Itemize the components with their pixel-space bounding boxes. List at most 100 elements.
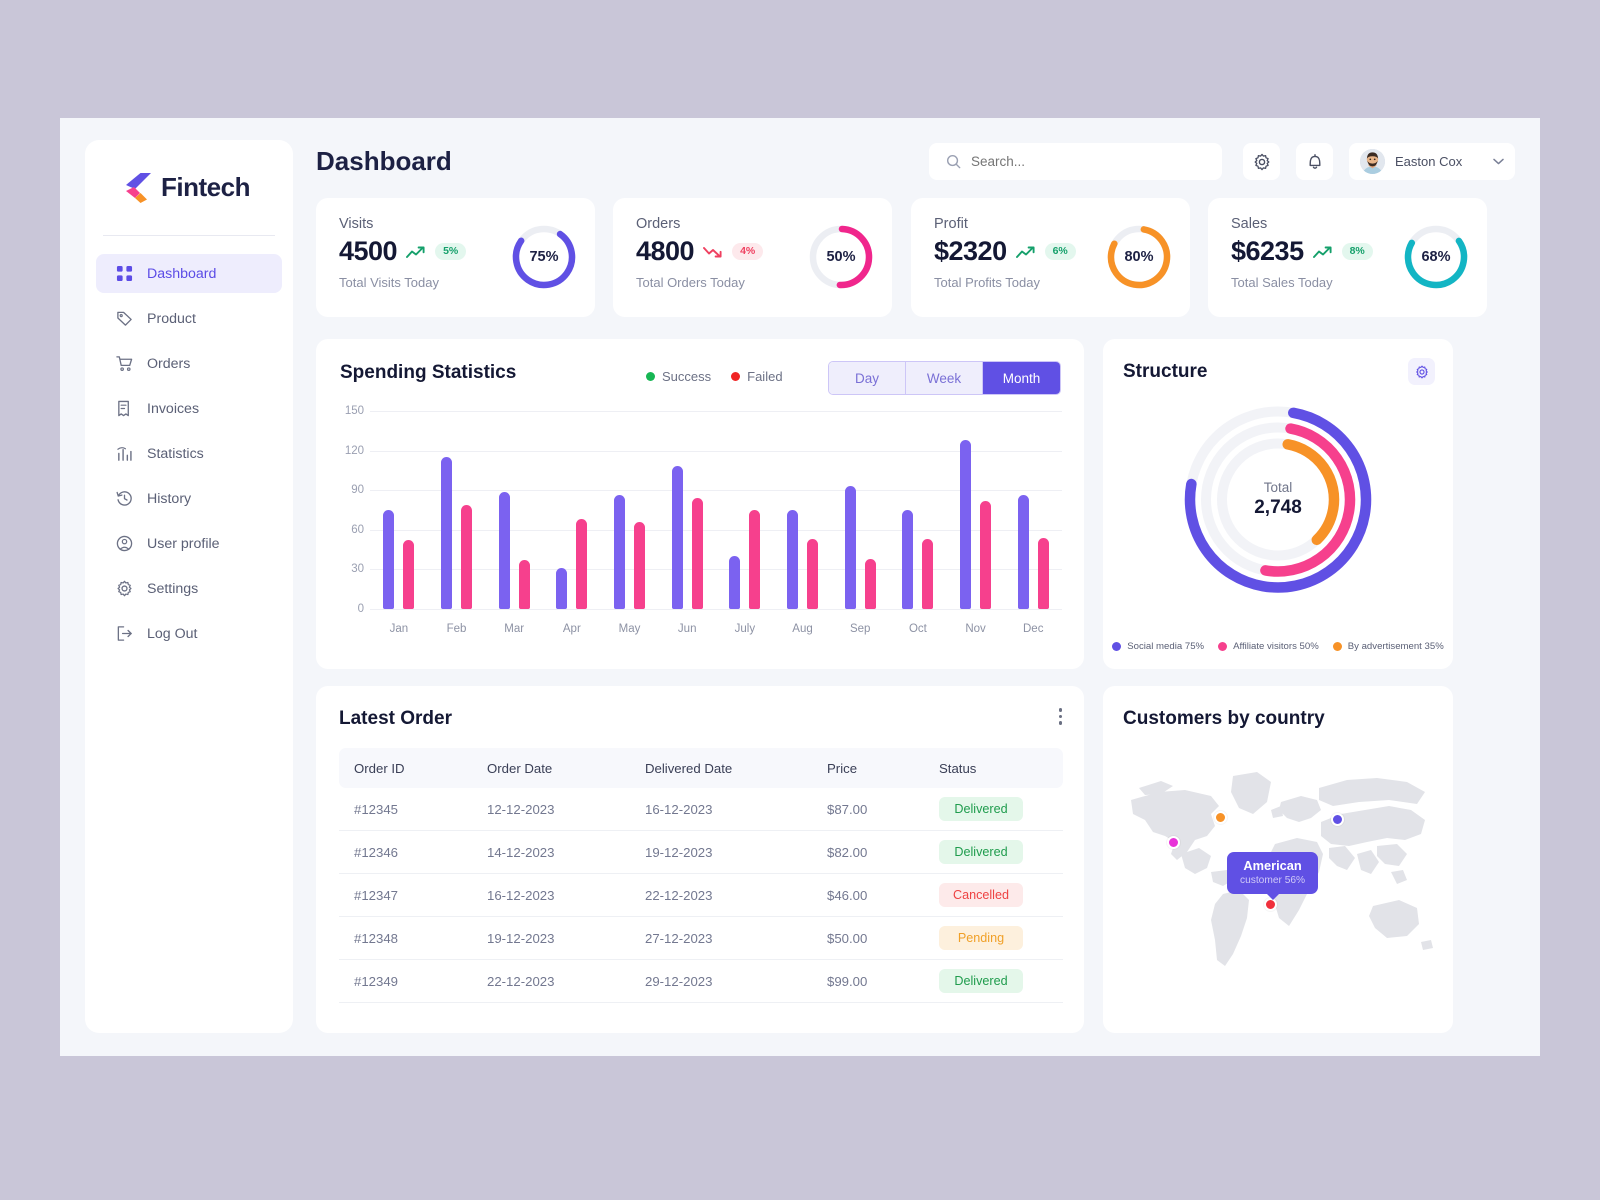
sidebar-item-product[interactable]: Product: [96, 299, 282, 338]
bar-failed[interactable]: [922, 539, 934, 609]
bar-failed[interactable]: [864, 558, 876, 609]
avatar: [1360, 149, 1385, 174]
y-axis-tick-label: 30: [351, 563, 364, 576]
stat-row: $6235 8%: [1231, 236, 1373, 267]
bar-group: [428, 411, 486, 609]
bar-failed[interactable]: [691, 498, 703, 609]
table-row[interactable]: #12348 19-12-2023 27-12-2023 $50.00 Pending: [339, 917, 1063, 960]
order-id-cell: #12349: [354, 973, 399, 989]
donut-total-value: 2,748: [1254, 497, 1302, 518]
search-box[interactable]: [929, 143, 1222, 180]
chart-plot: [370, 411, 1062, 609]
table-row[interactable]: #12346 14-12-2023 19-12-2023 $82.00 Delivere…: [339, 831, 1063, 874]
bar-failed[interactable]: [807, 539, 819, 609]
user-name: Easton Cox: [1395, 154, 1463, 169]
customers-by-country-card: Customers by country American customer 5…: [1103, 686, 1453, 1033]
tab-week[interactable]: Week: [906, 362, 983, 394]
structure-settings-button[interactable]: [1408, 358, 1435, 385]
app-window: Fintech Dashboard Product Orders Invoice…: [60, 118, 1540, 1056]
bar-group: [370, 411, 428, 609]
bar-success[interactable]: [960, 440, 972, 609]
brand-name: Fintech: [161, 172, 250, 202]
bar-failed[interactable]: [634, 521, 646, 609]
sidebar-item-log-out[interactable]: Log Out: [96, 614, 282, 653]
bar-success[interactable]: [498, 491, 510, 609]
stat-card-orders: Orders 4800 4% Total Orders Today 50%: [613, 198, 892, 317]
pin-north-america[interactable]: [1167, 836, 1180, 849]
kebab-menu-icon[interactable]: [1058, 708, 1062, 725]
tooltip-arrow: [1265, 892, 1280, 900]
status-badge: Cancelled: [939, 883, 1023, 907]
bar-success[interactable]: [556, 568, 568, 609]
cart-icon: [116, 356, 133, 372]
pin-russia[interactable]: [1331, 813, 1344, 826]
stat-label: Visits: [339, 216, 374, 232]
bar-success[interactable]: [844, 486, 856, 609]
bar-success[interactable]: [1017, 495, 1029, 609]
status-badge: Delivered: [939, 797, 1023, 821]
brand-logo[interactable]: Fintech: [85, 140, 293, 203]
bar-success[interactable]: [902, 510, 914, 609]
radial-donut-chart: Total 2,748: [1181, 402, 1376, 597]
sidebar-item-user-profile[interactable]: User profile: [96, 524, 282, 563]
pin-greenland[interactable]: [1214, 811, 1227, 824]
order-date-cell: 14-12-2023: [487, 844, 555, 860]
user-menu[interactable]: Easton Cox: [1349, 143, 1515, 180]
bar-failed[interactable]: [518, 560, 530, 609]
map-tooltip: American customer 56%: [1227, 852, 1319, 900]
stat-delta-badge: 4%: [732, 243, 764, 260]
settings-button[interactable]: [1243, 143, 1280, 180]
sidebar-item-label: Dashboard: [147, 265, 217, 282]
x-axis-tick-label: Mar: [504, 623, 525, 635]
tab-month[interactable]: Month: [983, 362, 1060, 394]
notifications-button[interactable]: [1296, 143, 1333, 180]
stat-subtitle: Total Visits Today: [339, 275, 439, 290]
donut-total-label: Total: [1263, 480, 1293, 495]
search-input[interactable]: [971, 154, 1201, 169]
table-row[interactable]: #12347 16-12-2023 22-12-2023 $46.00 Cancelle…: [339, 874, 1063, 917]
bar-failed[interactable]: [403, 540, 415, 609]
table-row[interactable]: #12349 22-12-2023 29-12-2023 $99.00 Delivere…: [339, 960, 1063, 1003]
bar-success[interactable]: [614, 495, 626, 609]
pin-africa[interactable]: [1264, 898, 1277, 911]
delivered-date-cell: 19-12-2023: [645, 844, 713, 860]
bar-success[interactable]: [671, 466, 683, 609]
order-date-cell: 16-12-2023: [487, 887, 555, 903]
fintech-logo-icon: [126, 172, 151, 203]
sidebar-item-history[interactable]: History: [96, 479, 282, 518]
bar-group: [889, 411, 947, 609]
clock-history-icon: [116, 491, 132, 506]
sidebar-item-invoices[interactable]: Invoices: [96, 389, 282, 428]
bar-failed[interactable]: [749, 510, 761, 609]
bar-success[interactable]: [383, 510, 395, 609]
donut-center-label: Total 2,748: [1181, 402, 1376, 597]
bar-group: [947, 411, 1005, 609]
latest-order-card: Latest Order Order ID Order Date Delivered…: [316, 686, 1084, 1033]
invoice-icon: [118, 400, 129, 417]
table-row[interactable]: #12345 12-12-2023 16-12-2023 $87.00 Delivere…: [339, 788, 1063, 831]
bar-failed[interactable]: [980, 500, 992, 609]
legend-dot: [1332, 642, 1342, 651]
bell-icon: [1309, 153, 1320, 169]
sidebar-item-statistics[interactable]: Statistics: [96, 434, 282, 473]
bar-failed[interactable]: [576, 519, 588, 609]
chevron-down-icon[interactable]: [1493, 158, 1504, 165]
grid-icon: [116, 265, 133, 282]
progress-ring: 68%: [1403, 224, 1469, 290]
sidebar-item-dashboard[interactable]: Dashboard: [96, 254, 282, 293]
sidebar-nav: Dashboard Product Orders Invoices Statis…: [85, 254, 293, 653]
sidebar-item-settings[interactable]: Settings: [96, 569, 282, 608]
bar-group: [658, 411, 716, 609]
sidebar-divider: [103, 235, 275, 236]
tab-day[interactable]: Day: [829, 362, 906, 394]
bar-success[interactable]: [729, 556, 741, 609]
bar-failed[interactable]: [461, 504, 472, 609]
bar-failed[interactable]: [1037, 537, 1049, 609]
sidebar: Fintech Dashboard Product Orders Invoice…: [85, 140, 293, 1033]
sidebar-item-orders[interactable]: Orders: [96, 344, 282, 383]
bar-success[interactable]: [441, 457, 452, 609]
bar-success[interactable]: [787, 510, 799, 609]
sidebar-item-label: Product: [147, 310, 196, 327]
column-header: Order Date: [487, 760, 553, 776]
trend-up-icon: [1015, 246, 1035, 258]
